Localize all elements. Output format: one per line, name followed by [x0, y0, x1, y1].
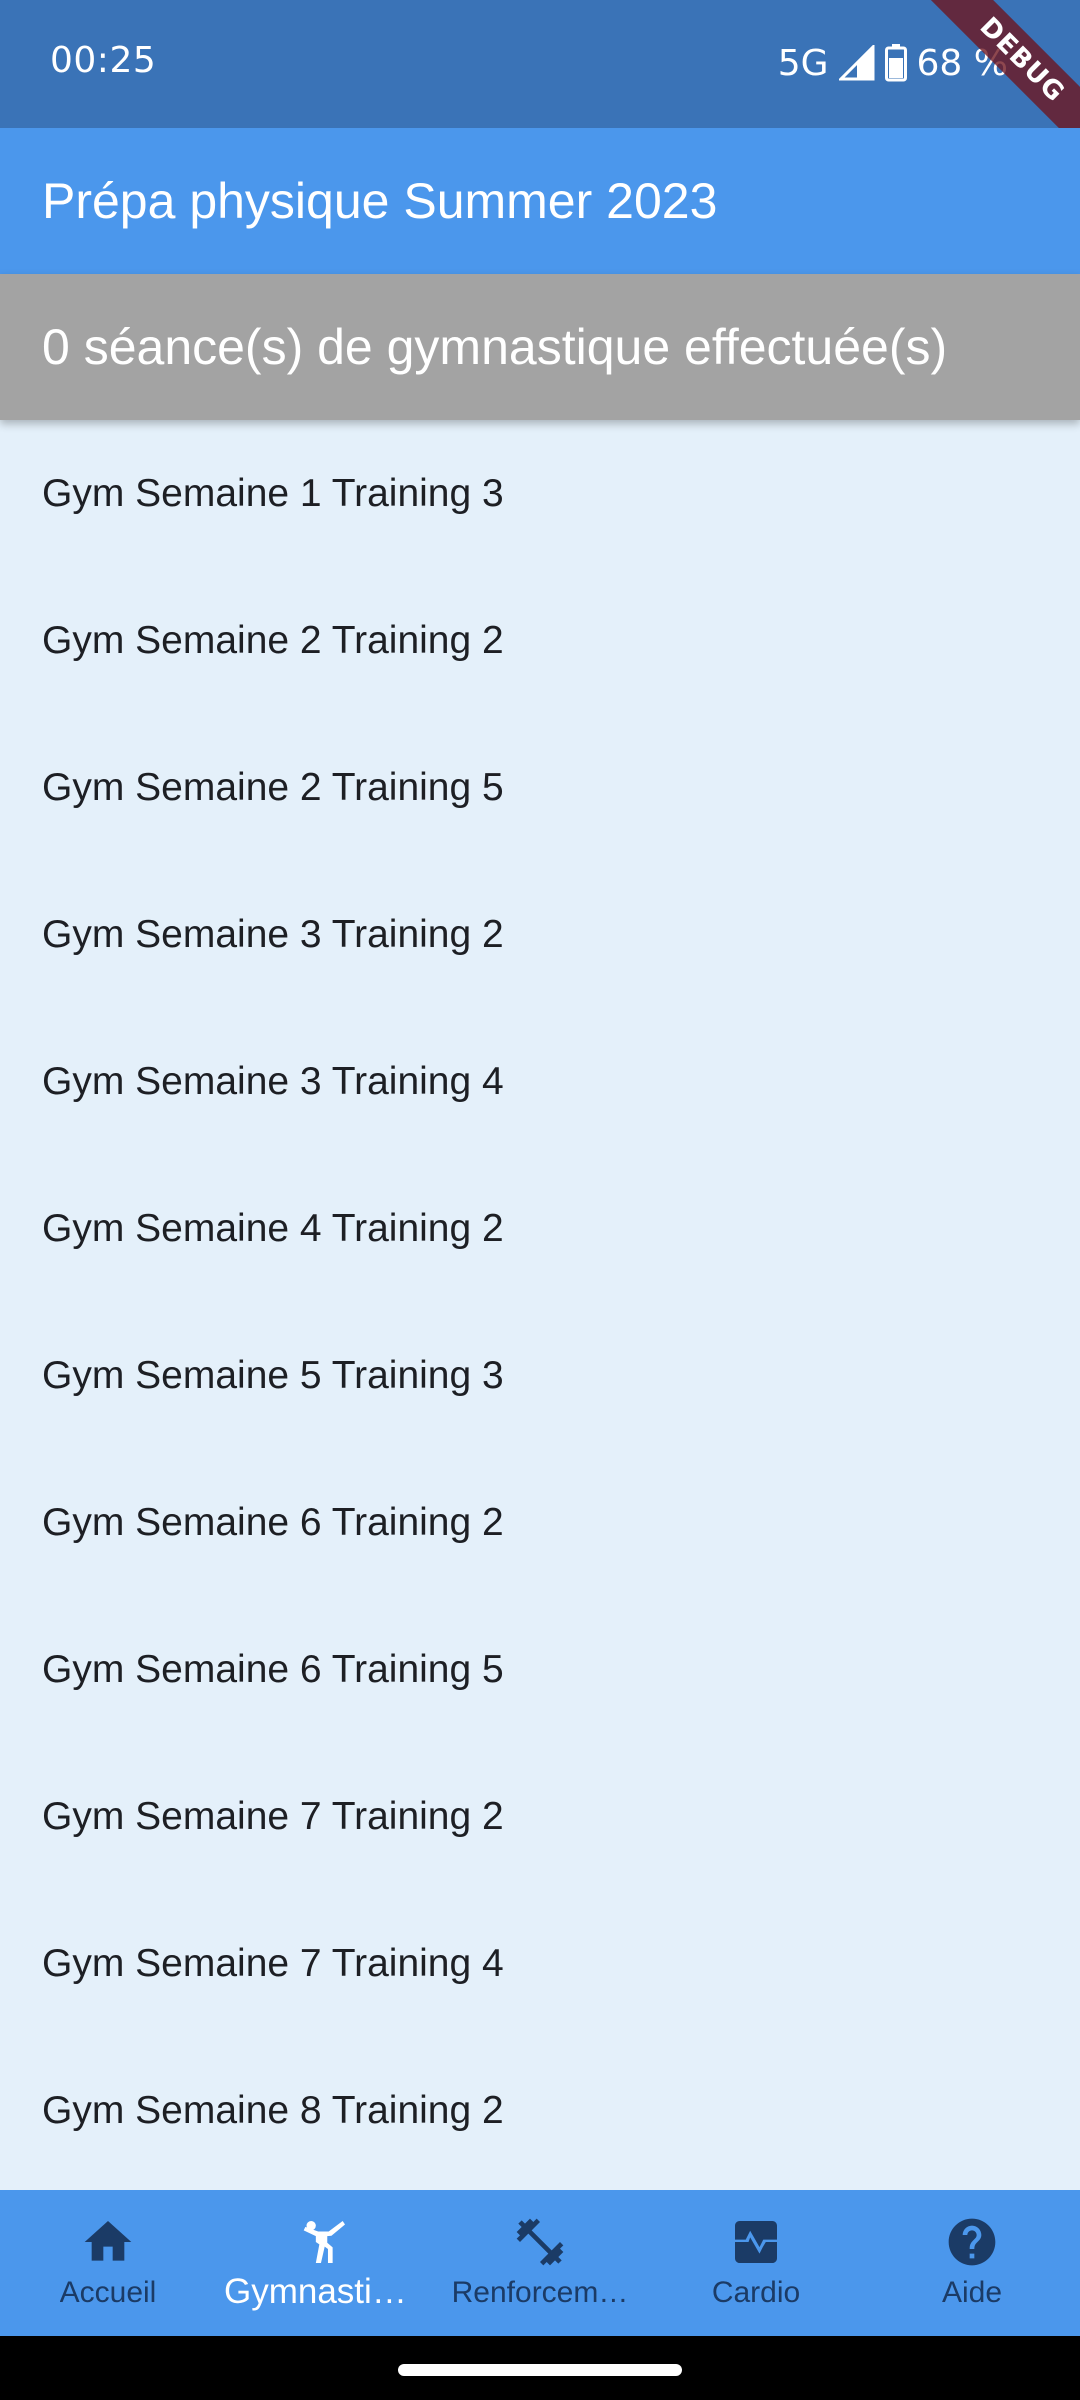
system-gesture-area	[0, 2336, 1080, 2400]
status-indicators: 5G 68 %	[778, 40, 1008, 86]
nav-label: Cardio	[711, 2276, 801, 2309]
list-item[interactable]: Gym Semaine 6 Training 2	[0, 1449, 1080, 1596]
list-item[interactable]: Gym Semaine 5 Training 3	[0, 1302, 1080, 1449]
signal-icon	[838, 45, 875, 81]
bottom-navigation: Accueil Gymnastiq… Renforcem… Cardio Aid…	[0, 2190, 1080, 2336]
nav-item-accueil[interactable]: Accueil	[0, 2190, 216, 2336]
session-counter-text: 0 séance(s) de gymnastique effectuée(s)	[42, 319, 948, 375]
list-item[interactable]: Gym Semaine 4 Training 2	[0, 1155, 1080, 1302]
session-list[interactable]: Gym Semaine 1 Training 3 Gym Semaine 2 T…	[0, 420, 1080, 2190]
list-item[interactable]: Gym Semaine 2 Training 2	[0, 567, 1080, 714]
home-icon	[84, 2221, 132, 2261]
status-time: 00:25	[50, 40, 157, 81]
list-item[interactable]: Gym Semaine 1 Training 3	[0, 420, 1080, 567]
dumbbell-icon	[516, 2218, 564, 2266]
list-item[interactable]: Gym Semaine 6 Training 5	[0, 1596, 1080, 1743]
nav-item-renforcement[interactable]: Renforcem…	[432, 2190, 648, 2336]
nav-label: Renforcem…	[451, 2276, 629, 2309]
nav-label: Accueil	[59, 2276, 157, 2309]
page-title: Prépa physique Summer 2023	[42, 173, 718, 229]
status-bar: 00:25 5G 68 %	[0, 0, 1080, 128]
battery-level: 68 %	[916, 42, 1008, 84]
session-counter-banner: 0 séance(s) de gymnastique effectuée(s)	[0, 274, 1080, 420]
gymnastics-icon	[303, 2221, 345, 2263]
nav-item-cardio[interactable]: Cardio	[648, 2190, 864, 2336]
nav-label: Aide	[941, 2276, 1003, 2309]
battery-icon	[884, 44, 907, 82]
nav-item-aide[interactable]: Aide	[864, 2190, 1080, 2336]
network-type: 5G	[777, 42, 829, 84]
list-item[interactable]: Gym Semaine 3 Training 4	[0, 1008, 1080, 1155]
nav-item-gymnastique[interactable]: Gymnastiq…	[216, 2190, 432, 2336]
list-item[interactable]: Gym Semaine 7 Training 2	[0, 1743, 1080, 1890]
list-item[interactable]: Gym Semaine 7 Training 4	[0, 1890, 1080, 2037]
heartbeat-monitor-icon	[735, 2221, 777, 2263]
app-bar: Prépa physique Summer 2023	[0, 128, 1080, 274]
nav-label: Gymnastiq…	[224, 2272, 424, 2311]
list-item[interactable]: Gym Semaine 2 Training 5	[0, 714, 1080, 861]
home-gesture-handle[interactable]	[398, 2364, 682, 2376]
help-icon	[948, 2218, 996, 2266]
list-item[interactable]: Gym Semaine 8 Training 2	[0, 2037, 1080, 2184]
list-item[interactable]: Gym Semaine 3 Training 2	[0, 861, 1080, 1008]
app-screen: 00:25 5G 68 % DEBUG Prépa physique Summe…	[0, 0, 1080, 2400]
